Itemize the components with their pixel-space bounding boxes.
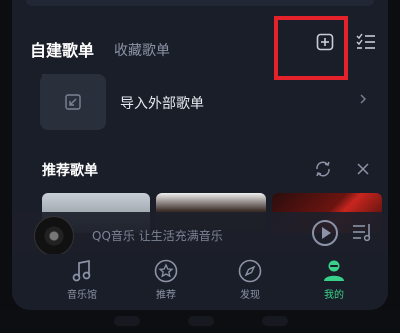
top-card	[26, 0, 374, 6]
system-nav-ghost	[114, 316, 140, 326]
nav-label: 我的	[324, 290, 344, 301]
playlist-tabs: 自建歌单 收藏歌单	[30, 36, 170, 60]
highlight-box	[274, 16, 348, 80]
refresh-icon[interactable]	[314, 160, 332, 178]
system-nav-ghost	[188, 316, 214, 326]
import-icon	[40, 74, 106, 130]
nav-recommend[interactable]: 推荐	[139, 258, 193, 301]
nav-label: 推荐	[156, 290, 176, 301]
device-bezel	[0, 310, 400, 333]
chevron-right-icon	[360, 94, 366, 104]
album-disc[interactable]	[34, 216, 74, 256]
compass-icon	[238, 259, 262, 283]
import-label: 导入外部歌单	[120, 96, 204, 112]
play-button[interactable]	[312, 220, 338, 246]
manage-list-button[interactable]	[354, 30, 378, 54]
system-nav-ghost	[262, 316, 288, 326]
playlist-queue-icon[interactable]	[352, 222, 374, 242]
music-note-icon	[72, 259, 91, 282]
person-icon	[324, 260, 344, 281]
nav-discover[interactable]: 发现	[223, 258, 277, 301]
nav-label: 音乐馆	[67, 290, 97, 301]
star-icon	[154, 259, 178, 283]
nav-label: 发现	[240, 290, 260, 301]
import-external-playlist-row[interactable]: 导入外部歌单	[40, 74, 380, 130]
app-screen: 自建歌单 收藏歌单 导入外部歌单 推荐歌单 QQ音乐 让生活充满音乐 音乐馆 推…	[12, 0, 388, 310]
nav-music-hall[interactable]: 音乐馆	[55, 258, 109, 301]
tab-favorite-playlists[interactable]: 收藏歌单	[114, 42, 170, 60]
recommended-playlists-title: 推荐歌单	[42, 163, 98, 179]
player-text: QQ音乐 让生活充满音乐	[92, 229, 223, 243]
nav-mine[interactable]: 我的	[307, 258, 361, 301]
tab-created-playlists[interactable]: 自建歌单	[30, 42, 94, 60]
close-icon[interactable]	[356, 162, 370, 176]
checklist-icon	[356, 33, 375, 49]
